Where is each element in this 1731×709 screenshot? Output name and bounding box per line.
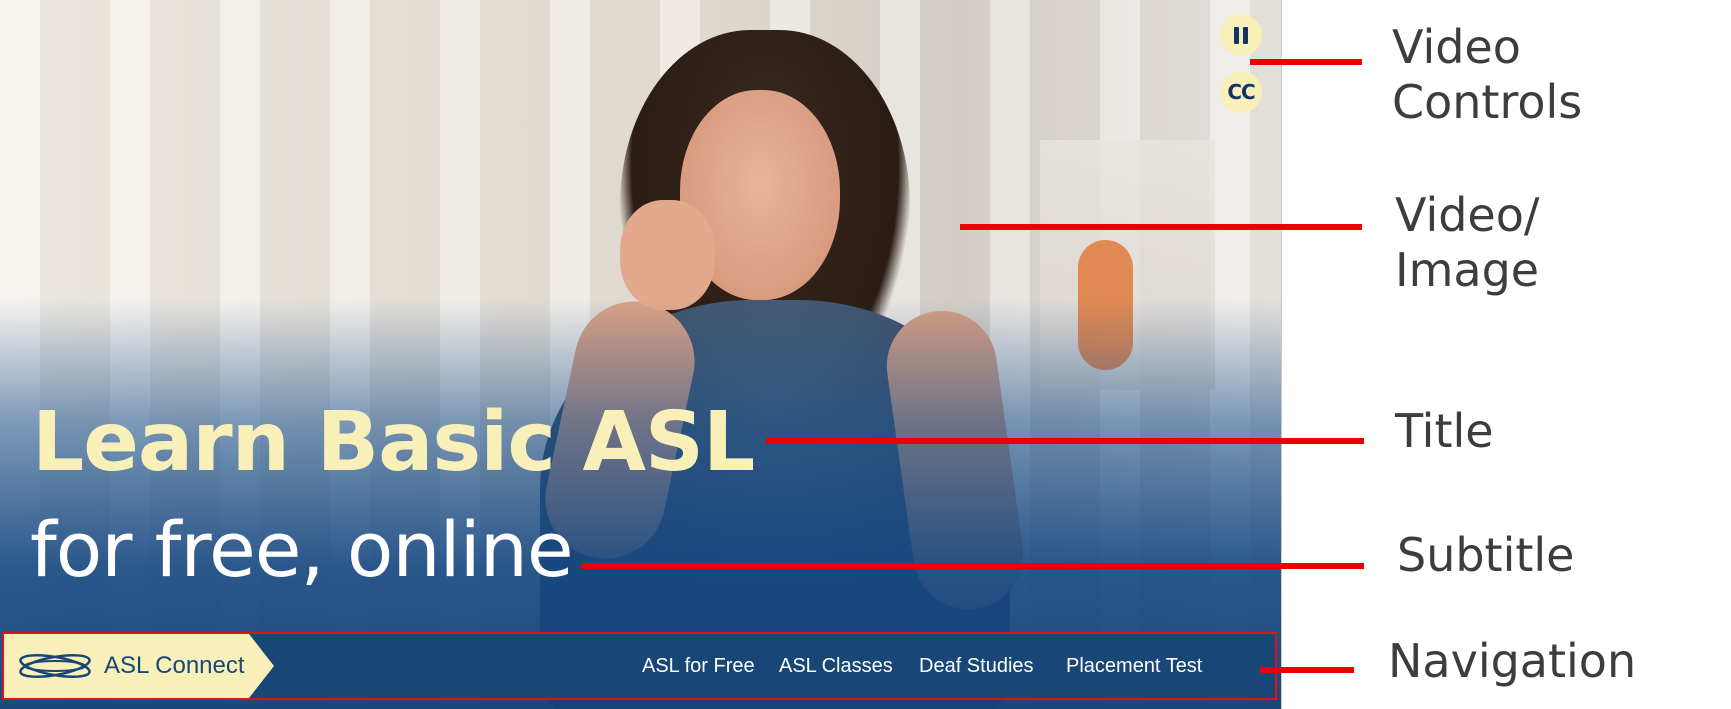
nav-link-deaf-studies[interactable]: Deaf Studies [919, 634, 1034, 698]
pause-icon-bar [1243, 26, 1248, 44]
closed-captions-button[interactable]: CC [1220, 71, 1262, 113]
leader-navigation [1260, 667, 1354, 673]
nav-link-asl-for-free[interactable]: ASL for Free [642, 634, 755, 698]
annotation-navigation: Navigation [1388, 634, 1637, 688]
nav-link-placement-test[interactable]: Placement Test [1066, 634, 1202, 698]
panel-divider [1281, 0, 1282, 709]
asl-connect-logo-icon [19, 654, 91, 678]
annotation-title: Title [1395, 404, 1494, 458]
leader-subtitle [581, 563, 1364, 569]
leader-video-controls [1250, 59, 1362, 65]
annotation-video-image: Video/ Image [1395, 188, 1540, 298]
pause-button[interactable] [1220, 14, 1262, 56]
brand-logo[interactable]: ASL Connect [4, 634, 274, 698]
hero-video: CC Learn Basic ASL for free, online ASL … [0, 0, 1281, 709]
annotation-video-controls: Video Controls [1392, 20, 1583, 130]
pause-icon [1234, 26, 1239, 44]
navigation-bar: ASL Connect ASL for Free ASL Classes Dea… [2, 632, 1277, 700]
hero-title: Learn Basic ASL [32, 395, 755, 490]
hero-subtitle: for free, online [30, 505, 574, 594]
brand-name: ASL Connect [104, 652, 245, 679]
leader-title [766, 438, 1364, 444]
leader-video-image [960, 224, 1362, 230]
person-hand [620, 200, 715, 310]
annotation-subtitle: Subtitle [1397, 528, 1575, 582]
nav-link-asl-classes[interactable]: ASL Classes [779, 634, 893, 698]
